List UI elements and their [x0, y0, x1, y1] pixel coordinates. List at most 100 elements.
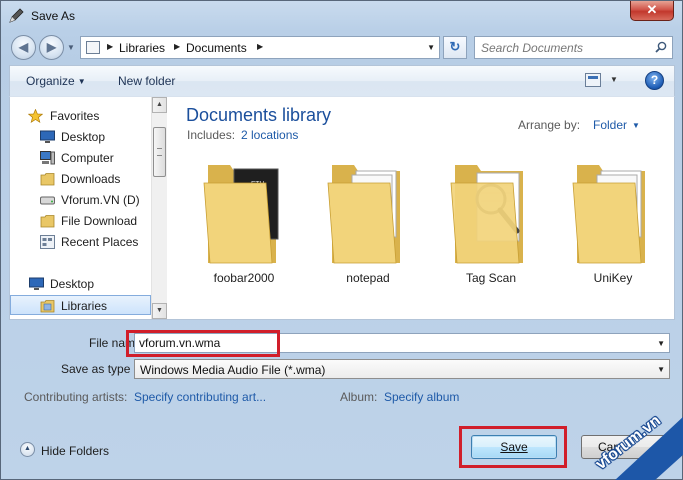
navigation-bar: ◀ ▶ ▼ ▶ Libraries ▶ Documents ▶ ▼ ↻ [1, 31, 682, 63]
libraries-icon [40, 300, 55, 313]
organize-menu[interactable]: Organize ▼ [26, 74, 86, 88]
recent-pages-dropdown-icon[interactable]: ▼ [67, 43, 75, 52]
star-icon [28, 109, 43, 123]
chevron-down-icon: ▼ [77, 77, 86, 86]
computer-icon [40, 151, 55, 165]
title-bar: Save As ✕ [1, 1, 682, 31]
view-options-dropdown-icon[interactable]: ▼ [610, 75, 618, 84]
breadcrumb-separator-icon[interactable]: ▶ [107, 42, 113, 51]
sidebar-item-label: Vforum.VN (D) [61, 193, 140, 207]
hide-folders-label: Hide Folders [41, 444, 110, 458]
folder-with-document-icon: FTH [203, 165, 279, 264]
breadcrumb-documents[interactable]: Documents [186, 41, 247, 55]
window-title: Save As [31, 9, 76, 23]
sidebar-item-label: Computer [61, 151, 114, 165]
breadcrumb-separator-icon[interactable]: ▶ [174, 42, 180, 51]
chevron-up-icon: ▲ [20, 442, 35, 457]
navigation-pane: Favorites Desktop Computer Downloads Vfo… [10, 97, 151, 319]
folder-label: Tag Scan [465, 271, 517, 285]
change-view-icon[interactable] [585, 73, 601, 87]
folder-item-unikey[interactable]: UniKey [563, 159, 653, 289]
refresh-icon: ↻ [449, 39, 461, 54]
command-bar: Organize ▼ New folder ▼ ? [9, 65, 675, 96]
folder-icon [40, 215, 55, 228]
organize-label: Organize [26, 74, 75, 88]
chevron-down-icon[interactable]: ▼ [657, 339, 665, 348]
close-button[interactable]: ✕ [630, 1, 674, 21]
navigation-scrollbar[interactable]: ▲ ▼ [151, 97, 167, 319]
libraries-small-icon [86, 41, 100, 54]
sidebar-item-computer[interactable]: Computer [10, 148, 151, 168]
includes-locations-link[interactable]: 2 locations [241, 128, 298, 142]
sidebar-item-vforum-drive[interactable]: Vforum.VN (D) [10, 190, 151, 210]
sidebar-item-desktop[interactable]: Desktop [10, 127, 151, 147]
sidebar-item-label: Recent Places [61, 235, 139, 249]
search-box[interactable] [474, 36, 673, 59]
back-button[interactable]: ◀ [11, 35, 36, 60]
album-field[interactable]: Specify album [384, 390, 459, 404]
contributing-artists-field[interactable]: Specify contributing art... [134, 390, 266, 404]
folder-label: UniKey [593, 271, 633, 285]
folder-with-magnifier-icon [450, 165, 523, 264]
desktop-icon [29, 277, 44, 290]
scroll-up-button[interactable]: ▲ [152, 97, 167, 113]
address-dropdown-icon[interactable]: ▼ [427, 43, 435, 52]
breadcrumb-libraries[interactable]: Libraries [119, 41, 165, 55]
search-icon[interactable] [655, 41, 667, 53]
folder-item-notepad[interactable]: notepad [318, 159, 408, 289]
save-as-dialog: Save As ✕ ◀ ▶ ▼ ▶ Libraries ▶ Documents … [0, 0, 683, 480]
sidebar-item-file-download[interactable]: File Download [10, 211, 151, 231]
file-name-highlight [126, 330, 280, 357]
scroll-thumb[interactable] [153, 127, 166, 177]
save-button-highlight [459, 426, 567, 468]
chevron-down-icon: ▼ [156, 307, 163, 314]
breadcrumb-separator-icon[interactable]: ▶ [257, 42, 263, 51]
refresh-button[interactable]: ↻ [443, 36, 467, 59]
contributing-artists-label: Contributing artists: [24, 390, 128, 404]
search-input[interactable] [475, 37, 650, 58]
sidebar-item-label: Downloads [61, 172, 121, 186]
sidebar-item-label: Favorites [50, 109, 100, 123]
browser-panes: Favorites Desktop Computer Downloads Vfo… [9, 96, 675, 320]
help-label: ? [650, 73, 659, 87]
pen-icon [9, 8, 24, 23]
help-icon[interactable]: ? [645, 71, 664, 90]
sidebar-item-label: Desktop [50, 277, 95, 291]
sidebar-item-favorites[interactable]: Favorites [10, 106, 151, 126]
sidebar-item-desktop-root[interactable]: Desktop [10, 274, 151, 294]
library-title: Documents library [186, 105, 332, 125]
sidebar-item-label: Desktop [61, 130, 106, 144]
sidebar-item-libraries[interactable]: Libraries [10, 295, 151, 315]
desktop-icon [40, 130, 55, 143]
sidebar-item-label: File Download [61, 214, 138, 228]
chevron-down-icon: ▼ [657, 365, 665, 374]
forward-arrow-icon: ▶ [46, 40, 57, 54]
arrange-by-dropdown[interactable]: Folder ▼ [593, 118, 640, 132]
folder-with-document-icon [327, 165, 400, 264]
folder-label: foobar2000 [213, 271, 275, 285]
save-as-type-select[interactable]: Windows Media Audio File (*.wma) ▼ [134, 359, 670, 379]
recent-places-icon [40, 235, 55, 249]
sidebar-item-recent-places[interactable]: Recent Places [10, 232, 151, 252]
sidebar-item-label: Libraries [61, 299, 108, 313]
close-icon: ✕ [646, 2, 658, 17]
save-as-type-value: Windows Media Audio File (*.wma) [140, 363, 326, 377]
folder-label: notepad [346, 271, 390, 285]
sidebar-item-downloads[interactable]: Downloads [10, 169, 151, 189]
album-label: Album: [340, 390, 378, 404]
save-as-type-label: Save as type [61, 362, 131, 376]
folder-item-tag-scan[interactable]: Tag Scan [441, 159, 531, 289]
back-arrow-icon: ◀ [18, 40, 29, 54]
chevron-down-icon: ▼ [632, 121, 640, 130]
folder-item-foobar2000[interactable]: FTH foobar2000 [194, 159, 284, 289]
scroll-down-button[interactable]: ▼ [152, 303, 167, 319]
new-folder-button[interactable]: New folder [118, 74, 175, 88]
folder-with-document-icon [572, 165, 645, 264]
drive-icon [40, 196, 55, 205]
includes-label: Includes: [187, 128, 236, 142]
folder-icon [40, 173, 55, 186]
chevron-up-icon: ▲ [156, 101, 163, 108]
arrange-by-value: Folder [593, 118, 628, 132]
address-bar[interactable]: ▶ Libraries ▶ Documents ▶ ▼ [80, 36, 440, 59]
forward-button[interactable]: ▶ [39, 35, 64, 60]
